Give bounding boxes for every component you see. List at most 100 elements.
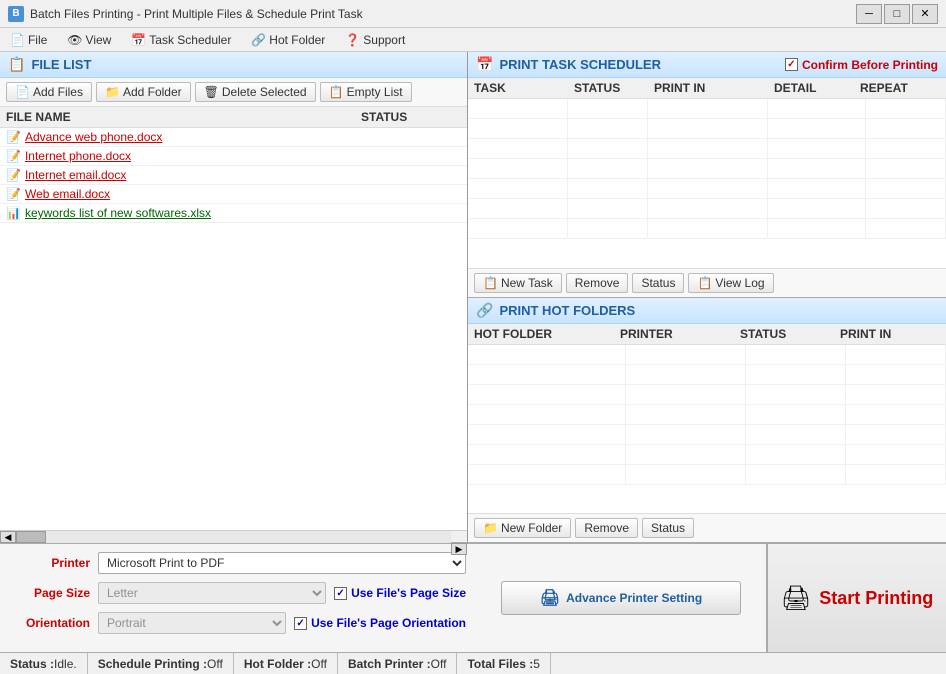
task-scheduler-menu-icon: 📅 [131,33,146,47]
status-bar: Status : Idle. Schedule Printing : Off H… [0,652,946,674]
task-remove-button[interactable]: Remove [566,273,629,293]
menu-file[interactable]: 📄 File [4,31,53,49]
table-row [468,139,946,159]
settings-left: Printer Microsoft Print to PDF Page Size… [0,544,476,652]
close-button[interactable]: ✕ [912,4,938,24]
menu-bar: 📄 File 👁 View 📅 Task Scheduler 🔗 Hot Fol… [0,28,946,52]
scrollbar-thumb[interactable] [16,531,46,543]
file-list-content: 📝 Advance web phone.docx 📝 Internet phon… [0,128,467,530]
empty-list-icon: 📋 [329,85,344,99]
file-name-text[interactable]: Advance web phone.docx [25,130,461,144]
task-status-button[interactable]: Status [632,273,684,293]
new-folder-button[interactable]: 📁 New Folder [474,518,571,538]
hot-folder-header-icon: 🔗 [476,302,493,319]
batch-printer-value: Off [431,657,447,671]
list-item[interactable]: 📝 Internet email.docx [0,166,467,185]
hot-status-label: Status [651,521,685,535]
file-list-header-icon: 📋 [8,56,25,73]
task-scheduler-title: PRINT TASK SCHEDULER [499,57,661,72]
maximize-button[interactable]: □ [884,4,910,24]
view-menu-label: View [86,33,112,47]
new-task-button[interactable]: 📋 New Task [474,273,562,293]
hot-grid-header: HOT FOLDER PRINTER STATUS PRINT IN [468,324,946,345]
advance-printer-label: Advance Printer Setting [566,591,702,605]
confirm-label: Confirm Before Printing [802,58,938,72]
settings-panel: Printer Microsoft Print to PDF Page Size… [0,542,946,652]
batch-printer-label: Batch Printer : [348,657,431,671]
list-item[interactable]: 📝 Advance web phone.docx [0,128,467,147]
file-toolbar: 📄 Add Files 📁 Add Folder 🗑 Delete Select… [0,78,467,107]
hot-toolbar: 📁 New Folder Remove Status [468,513,946,542]
table-row [468,119,946,139]
table-row [468,425,946,445]
file-name-text[interactable]: Internet phone.docx [25,149,461,163]
list-item[interactable]: 📝 Internet phone.docx [0,147,467,166]
app-icon: B [8,6,24,22]
window-controls: ─ □ ✕ [856,4,938,24]
hot-folders-header: 🔗 PRINT HOT FOLDERS [468,298,946,324]
minimize-button[interactable]: ─ [856,4,882,24]
orientation-select[interactable]: Portrait [98,612,286,634]
start-printing-button[interactable]: 🖨 Start Printing [766,544,946,652]
table-row [468,445,946,465]
use-file-orientation-text: Use File's Page Orientation [311,616,466,630]
menu-view[interactable]: 👁 View [61,31,117,49]
status-item-hot-folder: Hot Folder : Off [234,653,338,674]
hot-folder-value: Off [311,657,327,671]
task-header-left: 📅 PRINT TASK SCHEDULER [476,56,661,73]
task-grid-content [468,99,946,268]
task-col-status: STATUS [574,81,654,95]
delete-selected-button[interactable]: 🗑 Delete Selected [195,82,316,102]
file-name-text[interactable]: Web email.docx [25,187,461,201]
hot-status-button[interactable]: Status [642,518,694,538]
page-size-setting-row: Page Size Letter ✓ Use File's Page Size [10,582,466,604]
use-file-page-size-label[interactable]: ✓ Use File's Page Size [334,586,466,600]
menu-hot-folder[interactable]: 🔗 Hot Folder [245,31,331,49]
add-files-button[interactable]: 📄 Add Files [6,82,92,102]
hot-col-printer: PRINTER [620,327,740,341]
status-column-header: STATUS [361,110,461,124]
list-item[interactable]: 📊 keywords list of new softwares.xlsx [0,204,467,223]
hot-remove-button[interactable]: Remove [575,518,638,538]
list-item[interactable]: 📝 Web email.docx [0,185,467,204]
orientation-setting-row: Orientation Portrait ✓ Use File's Page O… [10,612,466,634]
use-file-orientation-label[interactable]: ✓ Use File's Page Orientation [294,616,466,630]
menu-support[interactable]: ❓ Support [339,31,411,49]
orientation-checkbox[interactable]: ✓ [294,617,307,630]
table-row [468,199,946,219]
view-menu-icon: 👁 [67,33,82,47]
menu-task-scheduler[interactable]: 📅 Task Scheduler [125,31,237,49]
table-row [468,345,946,365]
title-bar: B Batch Files Printing - Print Multiple … [0,0,946,28]
task-col-detail: DETAIL [774,81,860,95]
file-name-text[interactable]: Internet email.docx [25,168,461,182]
status-value: Idle. [54,657,77,671]
task-scheduler-header: 📅 PRINT TASK SCHEDULER ✓ Confirm Before … [468,52,946,78]
scroll-right-arrow[interactable]: ▶ [451,543,467,555]
printer-select[interactable]: Microsoft Print to PDF [98,552,466,574]
printer-label: Printer [10,556,90,570]
page-size-checkbox[interactable]: ✓ [334,587,347,600]
confirm-checkbox[interactable]: ✓ [785,58,798,71]
task-scheduler-panel: 📅 PRINT TASK SCHEDULER ✓ Confirm Before … [468,52,946,298]
page-size-select[interactable]: Letter [98,582,326,604]
scroll-left-arrow[interactable]: ◀ [0,531,16,543]
orientation-label: Orientation [10,616,90,630]
docx-icon: 📝 [6,130,21,144]
advance-printer-setting-button[interactable]: 🖨 Advance Printer Setting [501,581,741,615]
table-row [468,219,946,239]
hot-col-folder: HOT FOLDER [474,327,620,341]
add-folder-button[interactable]: 📁 Add Folder [96,82,191,102]
horizontal-scrollbar[interactable]: ◀ ▶ [0,530,467,542]
status-label: Status : [10,657,54,671]
settings-middle: 🖨 Advance Printer Setting [476,544,766,652]
empty-list-label: Empty List [347,85,403,99]
view-log-button[interactable]: 📋 View Log [688,273,773,293]
schedule-label: Schedule Printing : [98,657,207,671]
file-name-text[interactable]: keywords list of new softwares.xlsx [25,206,461,220]
total-files-label: Total Files : [467,657,533,671]
hot-grid-content [468,345,946,514]
empty-list-button[interactable]: 📋 Empty List [320,82,412,102]
hot-folder-menu-label: Hot Folder [269,33,325,47]
table-row [468,99,946,119]
